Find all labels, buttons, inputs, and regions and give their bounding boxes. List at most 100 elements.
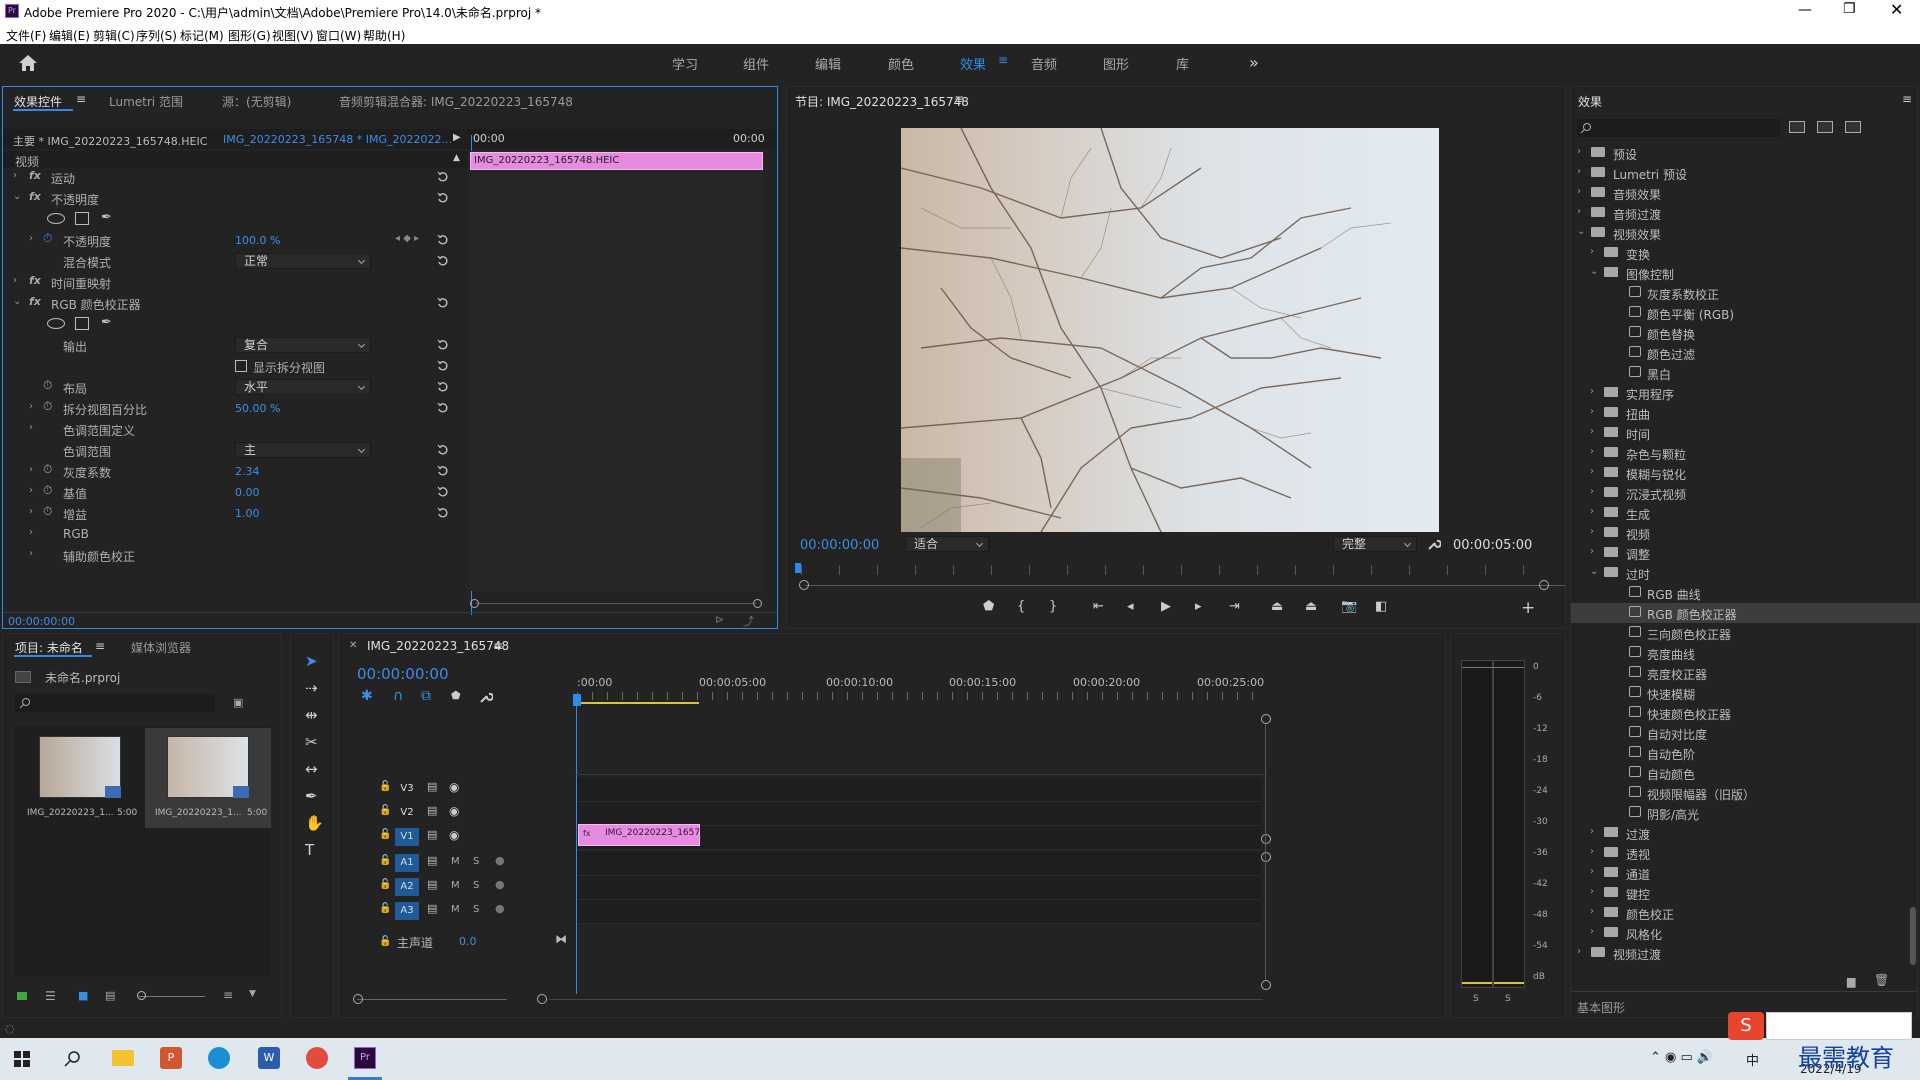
nest-icon[interactable]: ✱: [361, 688, 373, 704]
panel-menu-icon[interactable]: ≡: [1902, 92, 1912, 106]
reset-parameter-icon[interactable]: [437, 339, 449, 351]
workspace-tab-0[interactable]: 学习: [672, 54, 698, 73]
program-playhead[interactable]: [795, 563, 801, 573]
menu-item-3[interactable]: 序列(S): [136, 27, 177, 44]
timeline-ruler[interactable]: [577, 692, 1267, 700]
split-view-percent[interactable]: › ⏱ 拆分视图百分比 50.00 %: [3, 398, 461, 419]
mute-button[interactable]: M: [451, 904, 460, 915]
chevron-right-icon[interactable]: ›: [1590, 526, 1594, 537]
tab-project[interactable]: 项目: 未命名: [15, 639, 83, 656]
chevron-right-icon[interactable]: ›: [1590, 846, 1594, 857]
reset-parameter-icon[interactable]: [437, 192, 449, 204]
effects-folder-item[interactable]: › 视频过渡: [1571, 943, 1920, 963]
workspace-tab-1[interactable]: 组件: [743, 54, 769, 73]
workspace-tab-6[interactable]: 图形: [1103, 54, 1129, 73]
rectangle-mask-icon[interactable]: [75, 317, 89, 330]
reset-parameter-icon[interactable]: [437, 171, 449, 183]
freeform-view-icon[interactable]: ▤: [105, 989, 115, 1002]
effects-folder-item[interactable]: › 预设: [1571, 143, 1920, 163]
new-bin-from-search-icon[interactable]: ▣: [233, 696, 243, 709]
premiere-taskbar-icon[interactable]: Pr: [354, 1047, 376, 1069]
sync-lock-icon[interactable]: ▤: [427, 878, 437, 891]
timeline-sequence-title[interactable]: IMG_20220223_165748: [367, 639, 509, 653]
master-volume-value[interactable]: 0.0: [459, 935, 477, 948]
effects-folder-item[interactable]: › 音频过渡: [1571, 203, 1920, 223]
work-area-bar[interactable]: [577, 702, 699, 704]
sync-lock-icon[interactable]: ▤: [427, 804, 437, 817]
timeline-vscroll-bottom[interactable]: [1261, 980, 1271, 990]
master-clip-label[interactable]: 主要 * IMG_20220223_165748.HEIC: [13, 133, 207, 149]
panel-menu-icon[interactable]: ≡: [76, 92, 86, 106]
mark-in-icon[interactable]: {: [1017, 599, 1025, 614]
effects-preset-item[interactable]: 自动对比度: [1571, 723, 1920, 743]
chevron-right-icon[interactable]: ›: [1577, 166, 1581, 177]
opacity-property[interactable]: › ⏱ 不透明度 100.0 % ◂ ◆ ▸: [3, 230, 461, 251]
solo-left-button[interactable]: S: [1473, 994, 1479, 1004]
chevron-right-icon[interactable]: ›: [1590, 546, 1594, 557]
timeline-playhead-marker[interactable]: [573, 694, 581, 706]
effects-preset-item[interactable]: 黑白: [1571, 363, 1920, 383]
ec-scroll-handle-right[interactable]: [753, 599, 762, 608]
master-lock-icon[interactable]: 🔓: [379, 936, 391, 947]
mute-button[interactable]: M: [451, 856, 460, 867]
menu-item-6[interactable]: 视图(V): [272, 27, 314, 44]
more-workspaces-icon[interactable]: »: [1249, 53, 1259, 72]
reset-parameter-icon[interactable]: [437, 507, 449, 519]
pen-tool-icon[interactable]: ✒: [305, 787, 318, 805]
filter-icon[interactable]: ⊳: [715, 613, 724, 626]
reset-parameter-icon[interactable]: [437, 360, 449, 372]
effects-folder-item[interactable]: › 调整: [1571, 543, 1920, 563]
track-lane[interactable]: [577, 802, 1261, 826]
ime-language[interactable]: 中: [1746, 1050, 1759, 1069]
go-to-out-icon[interactable]: ⇥: [1229, 599, 1240, 614]
word-icon[interactable]: W: [258, 1047, 280, 1069]
expand-chevron-icon[interactable]: ›: [29, 548, 33, 559]
effects-panel-title[interactable]: 效果: [1578, 93, 1602, 110]
effects-preset-item[interactable]: 自动色阶: [1571, 743, 1920, 763]
add-marker-icon[interactable]: ⬟: [451, 689, 461, 702]
menu-item-7[interactable]: 窗口(W): [316, 27, 361, 44]
effects-search-input[interactable]: [1577, 119, 1780, 137]
ec-scroll-handle-left[interactable]: [470, 599, 479, 608]
tab-media-browser[interactable]: 媒体浏览器: [131, 639, 191, 656]
show-split-view[interactable]: 显示拆分视图: [3, 356, 461, 377]
close-tab-icon[interactable]: ✕: [349, 640, 357, 651]
reset-parameter-icon[interactable]: [437, 465, 449, 477]
lift-icon[interactable]: ⏏: [1271, 599, 1283, 614]
reset-parameter-icon[interactable]: [437, 444, 449, 456]
program-zoom-handle-right[interactable]: [1539, 580, 1549, 590]
track-lock-icon[interactable]: 🔓: [379, 855, 391, 866]
maximize-icon[interactable]: ❐: [1843, 1, 1856, 17]
mark-out-icon[interactable]: }: [1049, 599, 1057, 614]
chevron-right-icon[interactable]: ›: [1590, 466, 1594, 477]
pen-mask-icon[interactable]: ✒: [101, 315, 112, 330]
menu-item-1[interactable]: 编辑(E): [49, 27, 90, 44]
tab-effect-controls[interactable]: 效果控件: [14, 93, 62, 110]
reset-parameter-icon[interactable]: [437, 234, 449, 246]
track-target-V1[interactable]: V1: [395, 828, 419, 846]
effects-scrollbar[interactable]: [1910, 907, 1916, 965]
voice-over-mic-icon[interactable]: ●: [495, 878, 505, 891]
effects-preset-item[interactable]: 快速颜色校正器: [1571, 703, 1920, 723]
track-target-A3[interactable]: A3: [395, 902, 419, 920]
fx-toggle-icon[interactable]: fx: [29, 295, 41, 308]
yuv-effects-icon[interactable]: [1845, 121, 1861, 133]
effects-folder-item[interactable]: › 透视: [1571, 843, 1920, 863]
effects-preset-item[interactable]: 三向颜色校正器: [1571, 623, 1920, 643]
close-icon[interactable]: ✕: [1890, 0, 1903, 19]
effects-preset-item[interactable]: 亮度曲线: [1571, 643, 1920, 663]
ellipse-mask-icon[interactable]: [47, 213, 65, 224]
track-target-A2[interactable]: A2: [395, 878, 419, 896]
menu-item-8[interactable]: 帮助(H): [363, 27, 405, 44]
workspace-tab-2[interactable]: 编辑: [815, 54, 841, 73]
track-lock-icon[interactable]: 🔓: [379, 781, 391, 792]
opacity-property-value[interactable]: 100.0 %: [235, 234, 280, 247]
track-select-tool-icon[interactable]: ⇢: [305, 679, 318, 697]
solo-button[interactable]: S: [473, 904, 479, 915]
effects-preset-item[interactable]: 颜色替换: [1571, 323, 1920, 343]
chevron-right-icon[interactable]: ›: [1590, 406, 1594, 417]
fit-select[interactable]: 适合: [905, 536, 989, 552]
effects-folder-item[interactable]: › 过渡: [1571, 823, 1920, 843]
timeline-timecode[interactable]: 00:00:00:00: [357, 665, 449, 683]
effects-preset-item[interactable]: 颜色平衡 (RGB): [1571, 303, 1920, 323]
